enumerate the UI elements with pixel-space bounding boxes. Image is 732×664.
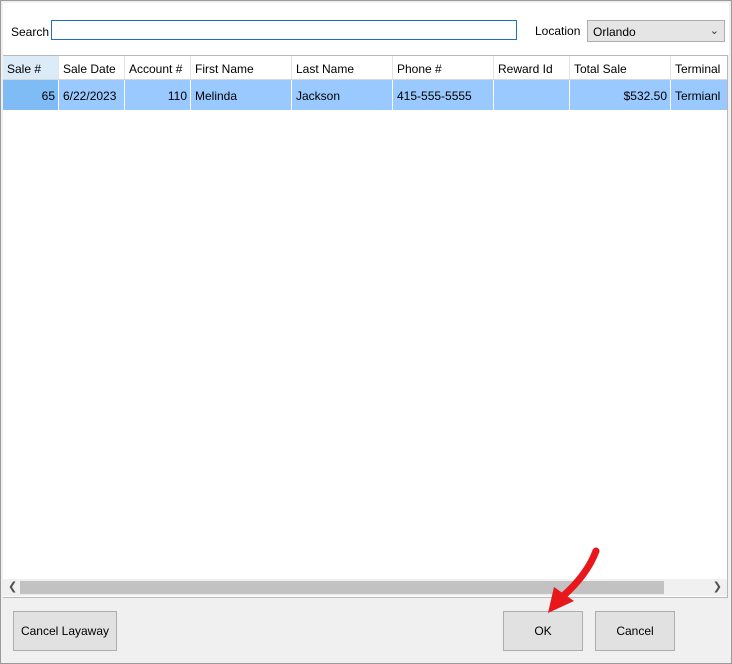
table-row[interactable]: 65 6/22/2023 110 Melinda Jackson 415-555… — [3, 80, 727, 110]
location-dropdown[interactable]: Orlando ⌄ — [587, 20, 725, 42]
column-header-sale-no[interactable]: Sale # — [3, 56, 59, 79]
cell-sale-date: 6/22/2023 — [59, 80, 125, 110]
cell-phone: 415-555-5555 — [393, 80, 494, 110]
grid-header: Sale # Sale Date Account # First Name La… — [3, 56, 727, 80]
search-label: Search — [11, 25, 50, 39]
cell-terminal: Termianl — [675, 89, 721, 103]
chevron-down-icon: ⌄ — [709, 25, 719, 37]
location-selected-value: Orlando — [593, 25, 636, 39]
cancel-layaway-button[interactable]: Cancel Layaway — [13, 611, 117, 651]
location-label: Location — [535, 24, 581, 38]
column-header-phone[interactable]: Phone # — [393, 56, 494, 79]
search-bar: Search Location Orlando ⌄ — [3, 3, 729, 55]
column-header-account-no[interactable]: Account # — [125, 56, 191, 79]
cell-total-sale: $532.50 — [570, 80, 671, 110]
scroll-right-icon[interactable]: ❯ — [713, 580, 722, 593]
column-header-total-sale[interactable]: Total Sale — [570, 56, 671, 79]
cancel-button[interactable]: Cancel — [595, 611, 675, 651]
layaway-grid[interactable]: Sale # Sale Date Account # First Name La… — [3, 55, 728, 598]
cell-first-name: Melinda — [191, 80, 292, 110]
cell-sale-no: 65 — [3, 80, 59, 110]
scrollbar-thumb[interactable] — [20, 581, 664, 594]
cell-account-no: 110 — [125, 80, 191, 110]
search-input[interactable] — [51, 20, 517, 40]
column-header-reward-id[interactable]: Reward Id — [494, 56, 570, 79]
horizontal-scrollbar[interactable]: ❮ ❯ — [3, 579, 727, 596]
column-header-last-name[interactable]: Last Name — [292, 56, 393, 79]
column-header-terminal[interactable]: Terminal — [671, 56, 727, 79]
cell-reward-id — [494, 80, 570, 110]
column-header-sale-date[interactable]: Sale Date — [59, 56, 125, 79]
scroll-left-icon[interactable]: ❮ — [8, 580, 17, 593]
ok-button[interactable]: OK — [503, 611, 583, 651]
select-layaway-dialog: Search Location Orlando ⌄ Sale # Sale Da… — [0, 0, 732, 664]
column-header-first-name[interactable]: First Name — [191, 56, 292, 79]
cell-last-name: Jackson — [292, 80, 393, 110]
